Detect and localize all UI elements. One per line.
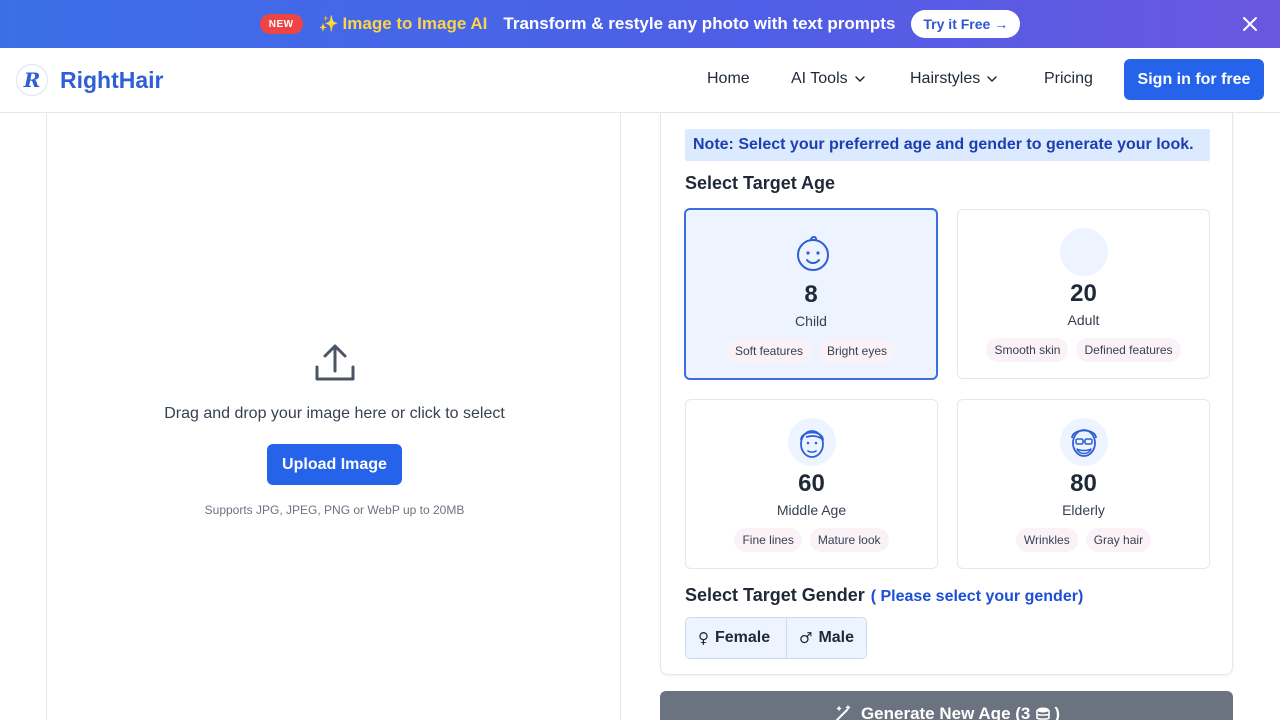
age-value: 80 (1070, 470, 1097, 497)
man-face-icon (788, 418, 836, 466)
tag: Fine lines (734, 528, 802, 552)
nav-home-label: Home (707, 70, 750, 87)
site-header: R RightHair Home AI Tools Hairstyles Pri… (0, 48, 1280, 113)
age-label: Child (795, 313, 827, 329)
age-value: 8 (804, 281, 818, 308)
gender-toggle-group: ♀ Female ♂ Male (685, 617, 867, 659)
nav-hairstyles[interactable]: Hairstyles (910, 70, 998, 88)
tag: Smooth skin (986, 338, 1069, 362)
logo-mark: R (16, 64, 48, 96)
age-value: 60 (798, 470, 825, 497)
selection-note: Note: Select your preferred age and gend… (685, 129, 1210, 161)
age-card-adult[interactable]: 20 Adult Smooth skin Defined features (957, 209, 1210, 379)
sign-in-button[interactable]: Sign in for free (1124, 59, 1264, 100)
generate-label: Generate New Age (3 (860, 704, 1031, 720)
tag: Soft features (726, 339, 811, 363)
age-section-title: Select Target Age (685, 173, 836, 193)
chevron-down-icon (987, 76, 997, 83)
age-card-elderly[interactable]: 80 Elderly Wrinkles Gray hair (957, 399, 1210, 569)
coins-icon (1036, 707, 1051, 720)
age-label: Adult (1067, 312, 1100, 328)
nav-pricing[interactable]: Pricing (1044, 70, 1093, 88)
new-badge: NEW (259, 14, 303, 34)
tag: Wrinkles (1015, 528, 1078, 552)
settings-card: Note: Select your preferred age and gend… (660, 113, 1233, 675)
magic-wand-icon (835, 705, 851, 720)
female-label: Female (715, 629, 771, 646)
age-value: 20 (1070, 280, 1097, 307)
nav-ai-tools-label: AI Tools (791, 70, 848, 87)
gender-section-title: Select Target Gender ( Please select your… (685, 585, 1083, 606)
gender-title-text: Select Target Gender (685, 585, 865, 605)
upload-prompt: Drag and drop your image here or click t… (164, 405, 505, 422)
upload-format-hint: Supports JPG, JPEG, PNG or WebP up to 20… (204, 503, 465, 517)
logo[interactable]: R RightHair (16, 64, 164, 96)
upload-dropzone[interactable]: Drag and drop your image here or click t… (46, 113, 621, 720)
nav-ai-tools[interactable]: AI Tools (791, 70, 866, 88)
close-icon[interactable] (1240, 14, 1260, 34)
upload-image-button[interactable]: Upload Image (267, 444, 402, 485)
age-label: Elderly (1062, 502, 1105, 518)
nav-pricing-label: Pricing (1044, 70, 1093, 87)
brand-name: RightHair (60, 66, 164, 93)
sparkle-icon: ✨ (318, 16, 339, 33)
promo-product-name[interactable]: Image to Image AI (343, 14, 488, 34)
nav-hairstyles-label: Hairstyles (910, 70, 981, 87)
gender-hint: ( Please select your gender) (870, 588, 1084, 605)
generate-label-suffix: ) (1054, 704, 1061, 720)
age-card-middle-age[interactable]: 60 Middle Age Fine lines Mature look (685, 399, 938, 569)
age-tags: Soft features Bright eyes (686, 339, 936, 363)
chevron-down-icon (854, 76, 865, 83)
tag: Gray hair (1085, 528, 1152, 552)
male-button[interactable]: ♂ Male (786, 618, 866, 658)
male-icon: ♂ (799, 629, 813, 647)
age-card-child[interactable]: 8 Child Soft features Bright eyes (684, 208, 938, 380)
female-button[interactable]: ♀ Female (686, 618, 786, 658)
tag: Mature look (809, 528, 889, 552)
adult-avatar-icon (1060, 228, 1108, 276)
age-tags: Smooth skin Defined features (958, 338, 1209, 362)
generate-new-age-button[interactable]: Generate New Age (3 ) (660, 691, 1233, 720)
promo-content: NEW ✨ Image to Image AI Transform & rest… (259, 10, 1021, 38)
male-label: Male (818, 629, 855, 646)
promo-banner: NEW ✨ Image to Image AI Transform & rest… (0, 0, 1280, 48)
tag: Defined features (1076, 338, 1181, 362)
tag: Bright eyes (819, 339, 896, 363)
promo-description: Transform & restyle any photo with text … (503, 14, 896, 33)
baby-face-icon (789, 229, 837, 277)
nav-home[interactable]: Home (707, 70, 750, 88)
age-tags: Fine lines Mature look (686, 528, 937, 552)
elderly-face-icon (1060, 418, 1108, 466)
female-icon: ♀ (698, 629, 709, 647)
upload-icon (315, 344, 355, 381)
age-tags: Wrinkles Gray hair (958, 528, 1209, 552)
age-label: Middle Age (776, 502, 847, 518)
try-it-free-button[interactable]: Try it Free → (911, 10, 1021, 38)
